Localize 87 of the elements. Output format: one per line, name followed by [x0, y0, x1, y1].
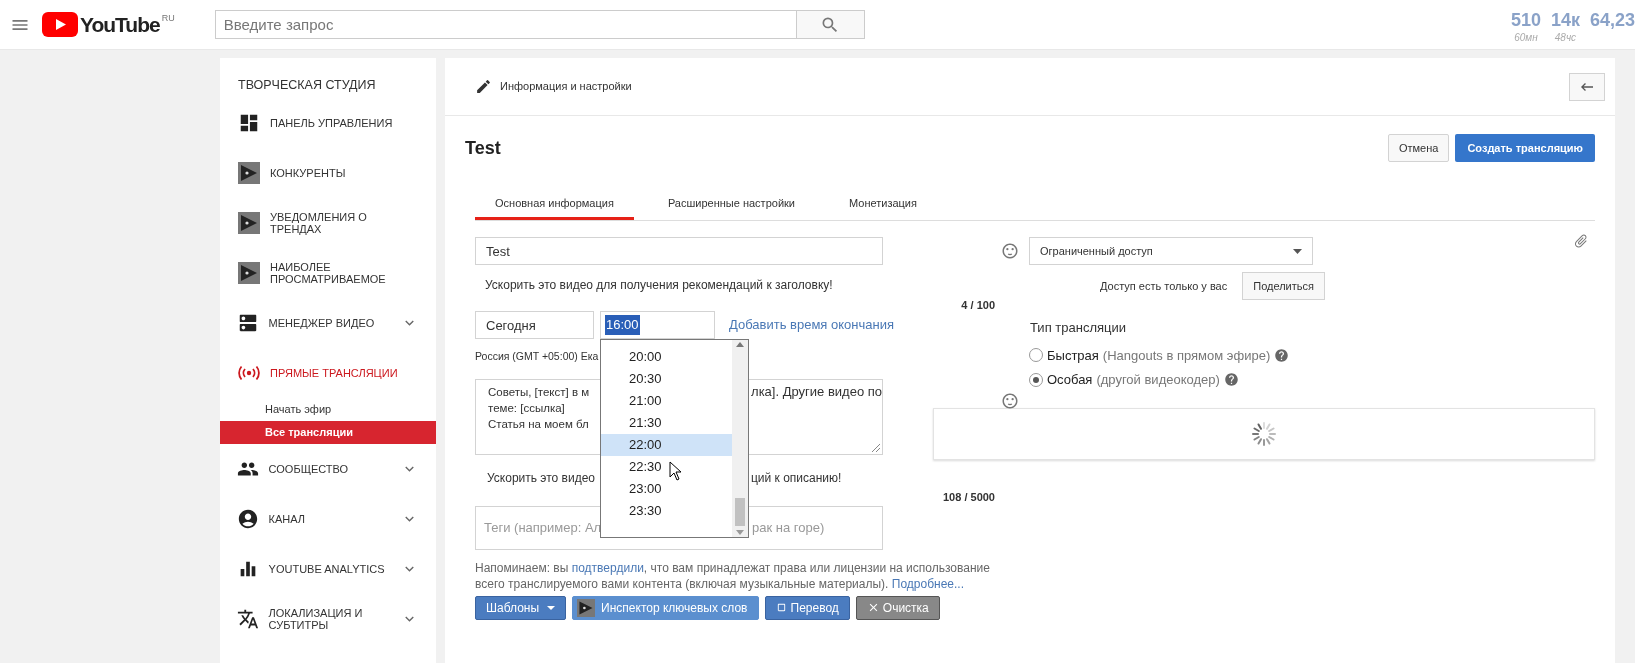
radio-hint: (другой видеокодер) [1096, 371, 1220, 389]
date-field[interactable]: Сегодня [475, 311, 594, 339]
loading-spinner-icon [1251, 420, 1277, 447]
tab[interactable]: Основная информация [475, 190, 634, 220]
radio-hint: (Hangouts в прямом эфире) [1102, 346, 1271, 365]
time-field[interactable]: 16:00 [600, 311, 715, 339]
logo-text: YouTube [80, 11, 160, 38]
sidebar-item[interactable]: ПРЯМЫЕ ТРАНСЛЯЦИИ [220, 348, 436, 398]
search-button[interactable] [796, 10, 865, 39]
page-title: Test [465, 136, 501, 160]
time-option[interactable]: 21:30 [601, 412, 732, 434]
create-button[interactable]: Создать трансляцию [1455, 134, 1595, 162]
translate-button[interactable]: Перевод [764, 595, 850, 620]
clear-button[interactable]: Очистка [855, 595, 940, 620]
privacy-note: Доступ есть только у вас [1100, 278, 1228, 294]
stat-caption: 60мн [1514, 31, 1538, 45]
stat-value: 14к [1550, 10, 1580, 30]
broadcast-icon [237, 365, 261, 381]
radio-button[interactable] [1029, 372, 1043, 387]
sidebar-item[interactable]: ЛОКАЛИЗАЦИЯ И СУБТИТРЫ [220, 594, 436, 644]
description-hint: ций к описанию! [751, 469, 842, 487]
scroll-up-icon[interactable] [736, 342, 744, 347]
privacy-select[interactable]: Ограниченный доступ [1029, 237, 1313, 265]
play-logo-icon [42, 12, 78, 37]
time-option[interactable]: 23:30 [601, 500, 732, 522]
play-logo-icon [238, 162, 260, 184]
scrollbar-thumb[interactable] [735, 498, 745, 526]
stat-value: 64,23 [1589, 10, 1635, 30]
resize-handle-icon [872, 443, 880, 452]
mouse-cursor-icon [669, 461, 683, 481]
add-end-time-link[interactable]: Добавить время окончания [729, 315, 894, 335]
scrollbar[interactable] [732, 340, 748, 537]
back-button[interactable] [1569, 72, 1605, 101]
description-hint: Ускорить это видео [487, 469, 596, 487]
sidebar-subitem[interactable]: Начать эфир [220, 398, 436, 421]
templates-button[interactable]: Шаблоны [475, 595, 567, 620]
sidebar-item[interactable]: YOUTUBE ANALYTICS [220, 544, 436, 594]
stat-caption: 48чс [1554, 31, 1577, 45]
scroll-down-icon[interactable] [736, 530, 744, 535]
tab[interactable]: Монетизация [829, 190, 937, 220]
rights-notice: Напоминаем: вы подтвердили, что вам принадлежат права или лицензии на использование всего транслируемого вами контента (включая музыкальные материалы). Подробнее... [475, 559, 991, 592]
account-icon [237, 508, 260, 530]
pencil-icon [475, 78, 492, 95]
tab[interactable]: Расширенные настройки [647, 190, 815, 220]
broadcast-type-title: Тип трансляции [1029, 319, 1127, 337]
cancel-button[interactable]: Отмена [1387, 134, 1450, 162]
radio-label[interactable]: Быстрая [1047, 345, 1099, 365]
sidebar-item[interactable]: СООБЩЕСТВО [220, 444, 436, 494]
timezone-text: Россия (GMT +05:00) Ека [475, 349, 599, 364]
sidebar-item[interactable]: ПАНЕЛЬ УПРАВЛЕНИЯ [220, 98, 436, 148]
sidebar-item[interactable]: НАИБОЛЕЕ ПРОСМАТРИВАЕМОЕ [220, 248, 436, 298]
radio-button[interactable] [1029, 348, 1043, 363]
time-option[interactable]: 22:30 [601, 456, 732, 478]
share-button[interactable]: Поделиться [1242, 272, 1325, 300]
description-counter: 108 / 5000 [943, 489, 995, 503]
confirmed-link[interactable]: подтвердили [571, 560, 644, 575]
search-field[interactable]: Введите запрос [214, 10, 797, 39]
time-option[interactable]: 21:00 [601, 390, 732, 412]
play-logo-icon [577, 598, 596, 617]
help-icon[interactable] [1274, 347, 1290, 363]
caret-icon [1293, 248, 1302, 254]
time-option[interactable]: 22:00 [601, 434, 732, 456]
play-logo-icon [238, 212, 260, 234]
time-option[interactable]: 23:00 [601, 478, 732, 500]
play-logo-icon [238, 262, 260, 284]
title-counter: 4 / 100 [961, 298, 995, 311]
title-hint: Ускорить это видео для получения рекомендаций к заголовку! [484, 277, 834, 294]
radio-label[interactable]: Особая [1047, 370, 1093, 390]
smiley-icon[interactable] [1001, 242, 1019, 260]
smiley-icon[interactable] [1001, 391, 1019, 410]
more-link[interactable]: Подробнее... [891, 576, 964, 591]
translate-icon [237, 608, 260, 630]
sidebar-item[interactable]: МЕНЕДЖЕР ВИДЕО [220, 298, 436, 348]
sidebar-item[interactable]: КАНАЛ [220, 494, 436, 544]
time-option[interactable]: 20:30 [601, 368, 732, 390]
sidebar-item[interactable]: КОНКУРЕНТЫ [220, 148, 436, 198]
sidebar-item[interactable]: УВЕДОМЛЕНИЯ О ТРЕНДАХ [220, 198, 436, 248]
dashboard-icon [238, 112, 260, 134]
help-icon[interactable] [1223, 372, 1239, 388]
caret-icon [547, 605, 556, 610]
title-field[interactable]: Test [475, 237, 883, 265]
section-title: Информация и настройки [500, 79, 632, 95]
stat-value: 510 [1510, 10, 1541, 30]
region-label: RU [161, 11, 175, 25]
time-option[interactable]: 20:00 [601, 346, 732, 368]
sidebar-title: ТВОРЧЕСКАЯ СТУДИЯ [237, 77, 377, 94]
sidebar-subitem[interactable]: Все трансляции [220, 421, 436, 444]
